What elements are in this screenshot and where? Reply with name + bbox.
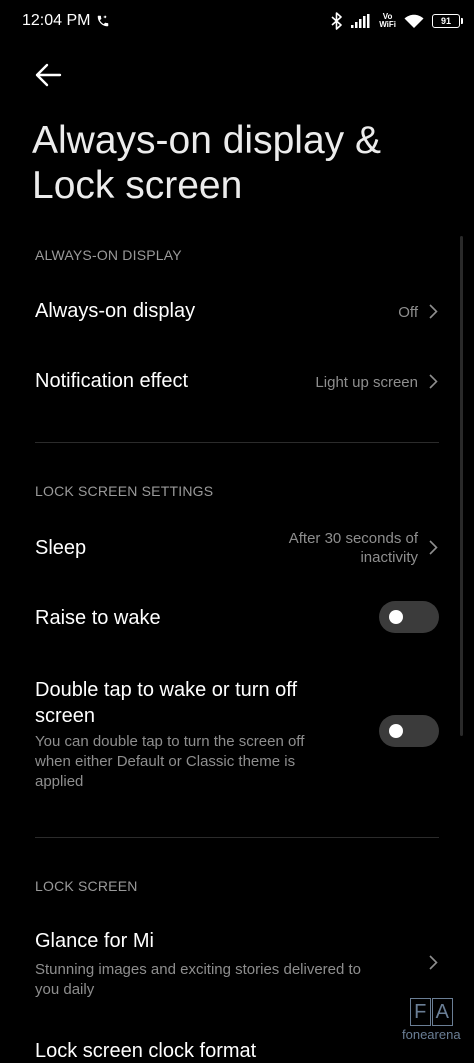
always-on-display-row[interactable]: Always-on display Off: [0, 282, 474, 342]
watermark-letter-f: F: [409, 998, 431, 1026]
glance-for-mi-label: Glance for Mi: [35, 930, 154, 952]
glance-desc-line2: you daily: [35, 981, 95, 998]
chevron-right-icon: [429, 540, 438, 555]
bluetooth-icon: [331, 12, 342, 30]
glance-for-mi-row[interactable]: Glance for Mi Stunning images and exciti…: [0, 920, 474, 1010]
status-icons: Vo WiFi 91: [331, 10, 463, 32]
sleep-label: Sleep: [35, 537, 87, 559]
vowifi-bottom: WiFi: [379, 20, 396, 29]
double-tap-desc-line3: applied: [35, 773, 84, 790]
double-tap-toggle[interactable]: [379, 715, 439, 747]
watermark-logo: F A: [409, 998, 453, 1026]
sleep-row[interactable]: Sleep After 30 seconds of inactivity: [0, 520, 474, 580]
chevron-right-icon: [429, 955, 438, 970]
section-header-aod: ALWAYS-ON DISPLAY: [35, 247, 182, 263]
always-on-display-value: Off: [398, 304, 418, 321]
sleep-value-line2: inactivity: [360, 549, 418, 566]
double-tap-desc-line2: when either Default or Classic theme is: [35, 753, 296, 770]
watermark-text: fonearena: [402, 1027, 461, 1042]
chevron-right-icon: [429, 304, 438, 319]
toggle-knob: [389, 610, 403, 624]
double-tap-description: You can double tap to turn the screen of…: [35, 732, 304, 792]
section-header-lock-settings: LOCK SCREEN SETTINGS: [35, 483, 214, 499]
raise-to-wake-row[interactable]: Raise to wake: [0, 590, 474, 646]
toggle-knob: [389, 724, 403, 738]
vowifi-indicator: Vo WiFi: [379, 13, 396, 29]
double-tap-label-line1: Double tap to wake or turn off: [35, 679, 298, 701]
page-title-line1: Always-on display &: [32, 119, 381, 162]
double-tap-desc-line1: You can double tap to turn the screen of…: [35, 733, 305, 750]
sleep-value: After 30 seconds of inactivity: [289, 529, 418, 567]
phone-call-icon: [97, 15, 109, 27]
glance-desc-line1: Stunning images and exciting stories del…: [35, 961, 362, 978]
watermark: F A fonearena: [402, 998, 461, 1042]
scrollbar[interactable]: [460, 236, 463, 736]
section-header-lock-screen: LOCK SCREEN: [35, 878, 138, 894]
double-tap-row[interactable]: Double tap to wake or turn off screen Yo…: [0, 668, 474, 798]
chevron-right-icon: [429, 374, 438, 389]
raise-to-wake-label: Raise to wake: [35, 607, 161, 629]
status-time: 12:04 PM: [22, 12, 91, 29]
watermark-letter-a: A: [431, 998, 453, 1026]
section-divider: [35, 837, 439, 838]
glance-for-mi-description: Stunning images and exciting stories del…: [35, 960, 361, 1000]
double-tap-label: Double tap to wake or turn off screen: [35, 677, 297, 729]
wifi-icon: [404, 14, 424, 28]
double-tap-label-line2: screen: [35, 705, 96, 727]
back-arrow-icon[interactable]: [34, 62, 62, 88]
lock-screen-clock-format-label[interactable]: Lock screen clock format: [35, 1040, 256, 1063]
sleep-value-line1: After 30 seconds of: [288, 530, 418, 547]
signal-icon: [351, 14, 370, 28]
page-title-line2: Lock screen: [32, 164, 243, 207]
page-title: Always-on display & Lock screen: [32, 118, 381, 208]
raise-to-wake-toggle[interactable]: [379, 601, 439, 633]
always-on-display-label: Always-on display: [35, 300, 196, 322]
battery-indicator: 91: [432, 14, 463, 28]
notification-effect-row[interactable]: Notification effect Light up screen: [0, 352, 474, 412]
notification-effect-value: Light up screen: [315, 374, 418, 391]
notification-effect-label: Notification effect: [35, 370, 189, 392]
section-divider: [35, 442, 439, 443]
